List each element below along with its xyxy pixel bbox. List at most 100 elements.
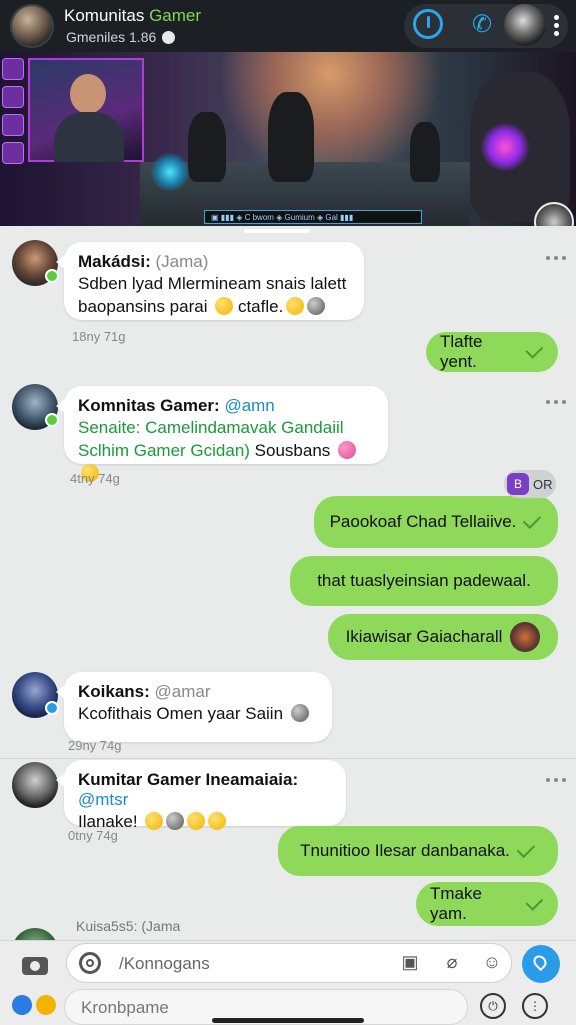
message-text: Kcofithais Omen yaar Saiin [78,704,284,723]
message-text: Tmake yam. [430,884,482,923]
power-icon[interactable] [413,9,443,39]
game-banner[interactable]: ▣ ▮▮▮ ◈ C bwom ◈ Gumium ◈ Gal ▮▮▮ [0,52,576,226]
read-check-icon [523,510,542,530]
read-check-icon [516,839,535,859]
message-bubble-out[interactable]: Tmake yam. [416,882,558,926]
group-subtitle: Gmeniles 1.86 [66,29,176,45]
message-text: Sdben lyad Mlermineam snais lalett [78,274,347,293]
avatar[interactable] [12,384,59,430]
reaction-badge[interactable]: B OR [504,470,556,498]
message-text-a: baopansins parai [78,297,208,316]
banner-glow [480,122,530,172]
sticker-icon[interactable]: ▣ [398,951,422,973]
chat-list[interactable]: Makádsi: (Jama) Sdben lyad Mlermineam sn… [0,226,576,974]
read-check-icon [525,892,544,911]
emoji-icon [215,297,234,315]
message-bubble-out[interactable]: Ikiawisar Gaiacharall [328,614,558,660]
message-text: Tnunitioo Ilesar danbanaka. [300,841,510,860]
message-bubble-out[interactable]: Tnunitioo Ilesar danbanaka. [278,826,558,876]
more-vertical-icon[interactable] [552,12,560,40]
more-options-icon[interactable] [546,778,566,784]
sender-name: Komnitas Gamer: [78,396,220,415]
emoji-icon [307,297,326,315]
message-text-2: baopansins parai ctafle. [78,295,350,318]
sender-handle: @amn [224,396,275,415]
banner-glow [150,152,190,192]
sender-name: Kuisa5s5: [76,918,138,934]
sender-line: Koikans: @amar [78,682,318,702]
avatar[interactable] [12,672,59,718]
status-dot-icon [162,31,176,44]
message-text-a: Sclhim Gamer Gcidan) [78,441,250,460]
banner-soldier [268,92,314,182]
banner-soldier [188,112,226,182]
emoji-icon [290,704,309,722]
timestamp: 18ny 71g [72,329,126,344]
more-options-icon[interactable] [546,256,566,262]
message-text-2: Kcofithais Omen yaar Saiin [78,702,318,725]
power-icon[interactable]: ⏻ [480,993,506,1019]
group-avatar[interactable] [10,4,54,48]
avatar[interactable] [12,240,59,286]
hud-bar: ▣ ▮▮▮ ◈ C bwom ◈ Gumium ◈ Gal ▮▮▮ [204,210,422,224]
sender-name: Koikans: [78,682,150,701]
title-part1: Komunitas [64,6,145,25]
message-text: Paookoaf Chad Tellaiive. [329,512,517,531]
sender-name: Makádsi: [78,252,151,271]
sender-handle: (Jama) [155,252,209,271]
attachment-icon[interactable]: ⌀ [440,951,464,973]
mention-icon[interactable] [79,952,101,974]
more-options-icon[interactable] [546,400,566,406]
message-text-2: Sclhim Gamer Gcidan) Sousbans [78,439,374,485]
chat-header: Komunitas Gamer Gmeniles 1.86 ✆ [0,0,576,52]
secondary-placeholder: Kronbpame [81,998,169,1017]
reaction-avatar [510,622,541,652]
banner-side-icons [2,58,24,170]
streamer-cam [28,58,144,162]
group-title[interactable]: Komunitas Gamer [64,6,201,26]
sender-line: Kumitar Gamer Ineamaiaia: @mtsr [78,770,332,810]
more-options-icon[interactable]: ⋮ [522,993,548,1019]
message-bubble[interactable]: Makádsi: (Jama) Sdben lyad Mlermineam sn… [56,242,364,320]
member-count: Gmeniles 1.86 [66,29,157,45]
badge-text: OR [533,476,553,492]
badge-icon: B [507,473,529,495]
sender-handle: @amar [154,682,211,701]
timestamp: 4tny 74g [70,471,120,486]
message-bubble-out[interactable]: Tlafte yent. [426,332,558,372]
banner-soldier [410,122,440,182]
sender-handle: (Jama [141,918,181,934]
partial-sender: Kuisa5s5: (Jama [76,918,180,934]
emoji-icon [208,812,227,830]
message-text: Ikiawisar Gaiacharall [345,627,503,646]
composer: /Konnogans ▣ ⌀ ☺ Kronbpame ⏻ ⋮ [0,940,576,1025]
emoji-icon [286,297,305,315]
sender-name: Kumitar Gamer Ineamaiaia: [78,770,299,789]
sender-line: Komnitas Gamer: @amn [78,396,374,416]
emoji-picker-icon[interactable]: ☺ [480,951,504,973]
emoji-icon [166,812,185,830]
sender-line: Makádsi: (Jama) [78,252,350,272]
emoji-icon[interactable] [36,995,56,1015]
emoji-icon [145,812,164,830]
divider [0,758,576,759]
read-check-icon [525,340,544,359]
phone-icon[interactable]: ✆ [468,10,496,38]
emoji-icon [187,812,206,830]
home-indicator[interactable] [212,1018,364,1023]
app-icon[interactable] [12,995,32,1015]
title-part2: Gamer [149,6,202,25]
message-bubble-out[interactable]: Paookoaf Chad Tellaiive. [314,496,558,548]
user-avatar[interactable] [504,4,546,46]
message-bubble-out[interactable]: that tuaslyeinsian padewaal. [290,556,558,606]
message-text: Tlafte yent. [440,332,483,371]
quick-icons [12,995,60,1020]
avatar[interactable] [12,762,58,808]
message-text: that tuaslyeinsian padewaal. [317,571,531,590]
send-icon[interactable] [522,945,560,983]
message-bubble[interactable]: Komnitas Gamer: @amn Senaite: Camelindam… [56,386,388,482]
message-bubble[interactable]: Koikans: @amar Kcofithais Omen yaar Saii… [56,672,332,742]
camera-icon[interactable] [22,953,48,975]
message-bubble[interactable]: Kumitar Gamer Ineamaiaia: @mtsr Ilanake! [56,760,346,831]
timestamp: 29ny 74g [68,738,122,753]
